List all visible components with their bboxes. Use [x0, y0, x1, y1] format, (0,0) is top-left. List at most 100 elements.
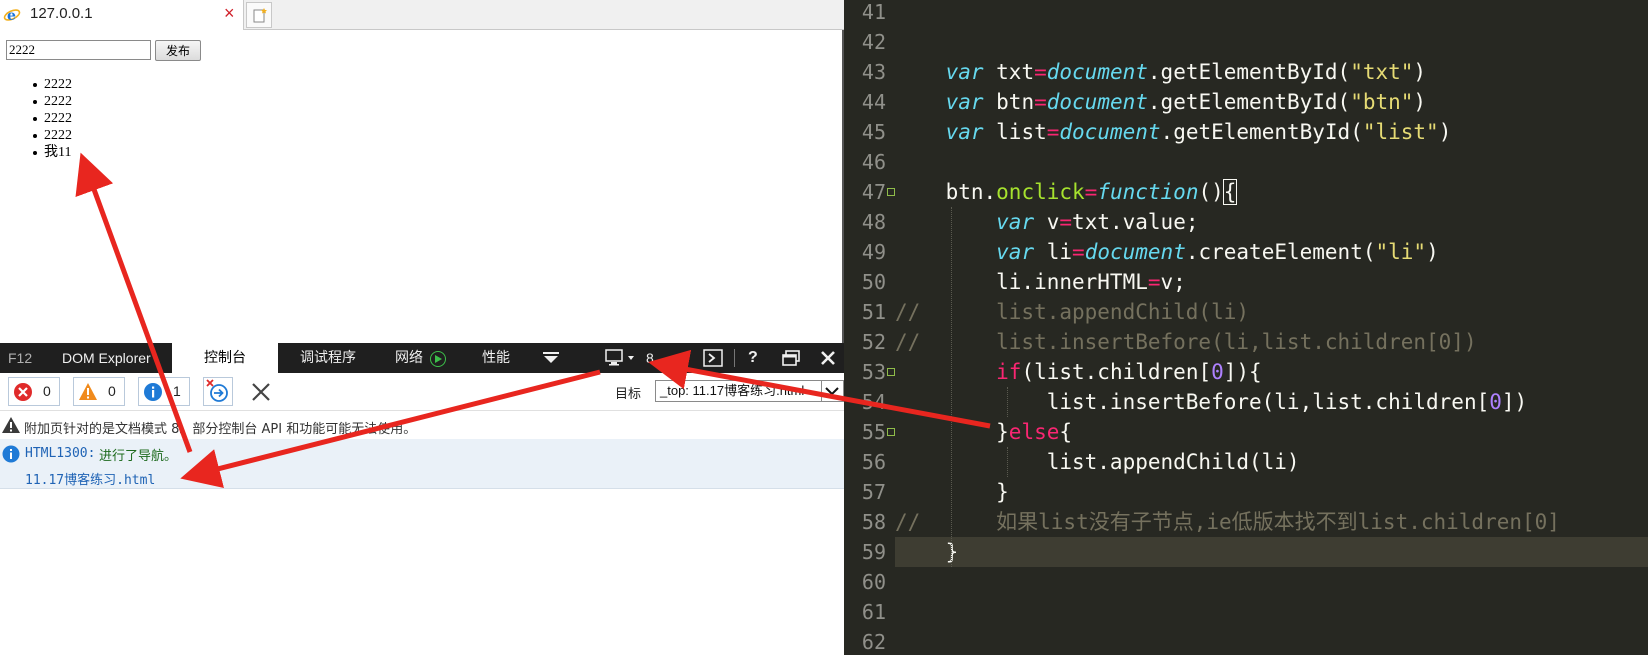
undock-icon[interactable] [782, 350, 800, 366]
browser-tab[interactable]: e 127.0.0.1 × [0, 0, 244, 30]
list-item: 我11 [33, 144, 72, 161]
line-number: 59 [861, 540, 886, 564]
code-line[interactable]: var v=txt.value; [895, 207, 1198, 237]
list-item: 2222 [33, 76, 72, 93]
info-filter-button[interactable]: 1 [138, 377, 190, 406]
browser-tab-bar: e 127.0.0.1 × [0, 0, 844, 30]
line-number: 52 [861, 330, 886, 354]
line-number: 51 [861, 300, 886, 324]
warnings-filter-button[interactable]: 0 [73, 377, 125, 406]
code-line[interactable]: list.appendChild(li) [895, 447, 1300, 477]
network-play-icon[interactable] [430, 351, 446, 367]
emulation-monitor-icon[interactable] [605, 349, 639, 367]
target-select[interactable]: _top: 11.17博客练习.html [655, 380, 844, 402]
console-info-message: HTML1300: 进行了导航。 11.17博客练习.html [0, 439, 844, 489]
select-arrow [821, 381, 843, 401]
list-item: 2222 [33, 127, 72, 144]
info-icon [2, 445, 20, 463]
line-number: 43 [861, 60, 886, 84]
line-number: 49 [861, 240, 886, 264]
indent-guide [1007, 387, 1008, 417]
code-line[interactable]: // list.appendChild(li) [895, 297, 1249, 327]
line-number: 46 [861, 150, 886, 174]
errors-filter-button[interactable]: 0 [8, 377, 60, 406]
close-tab-icon[interactable]: × [224, 3, 235, 24]
source-link[interactable]: 11.17博客练习.html [25, 469, 155, 488]
chevron-down-icon [825, 387, 839, 396]
line-number: 56 [861, 450, 886, 474]
clear-console-icon[interactable] [251, 382, 271, 402]
list-item: 2222 [33, 110, 72, 127]
line-number: 62 [861, 630, 886, 654]
code-line[interactable]: } [895, 537, 959, 567]
current-line-highlight [895, 537, 1648, 567]
code-line[interactable]: var list=document.getElementById("list") [895, 117, 1452, 147]
console-toolbar: 0 0 1 目标 _top: 11.17博客练习.html [0, 373, 844, 411]
new-tab-icon [253, 8, 267, 23]
line-number: 45 [861, 120, 886, 144]
code-line[interactable]: // 如果list没有子节点,ie低版本找不到list.children[0] [895, 507, 1560, 537]
console-prompt-icon[interactable] [703, 349, 723, 367]
code-line[interactable]: list.insertBefore(li,list.children[0]) [895, 387, 1527, 417]
tab-debugger[interactable]: 调试程序 [300, 343, 356, 373]
line-number: 54 [861, 390, 886, 414]
clear-on-navigate-button[interactable] [203, 377, 233, 406]
info-count: 1 [173, 383, 181, 399]
code-line[interactable]: // list.insertBefore(li,list.children[0]… [895, 327, 1477, 357]
warning-icon [2, 417, 20, 433]
warning-text: 附加页针对的是文档模式 8。部分控制台 API 和功能可能无法使用。 [24, 422, 417, 437]
code-line[interactable]: }else{ [895, 417, 1072, 447]
line-number: 61 [861, 600, 886, 624]
browser-window: e 127.0.0.1 × 发布 2222 2222 2222 2222 我11… [0, 0, 844, 655]
code-line[interactable]: var btn=document.getElementById("btn") [895, 87, 1427, 117]
message-list: 2222 2222 2222 2222 我11 [33, 76, 72, 161]
warnings-count: 0 [108, 383, 116, 399]
target-select-value: _top: 11.17博客练习.html [660, 383, 805, 398]
info-code: HTML1300: [25, 446, 96, 461]
help-button[interactable]: ? [748, 343, 758, 373]
indent-guide [1007, 447, 1008, 477]
line-number: 58 [861, 510, 886, 534]
line-number: 41 [861, 0, 886, 24]
tab-dom-explorer[interactable]: DOM Explorer [62, 343, 151, 373]
fold-toggle-icon[interactable] [887, 428, 895, 436]
warning-icon [79, 383, 97, 400]
target-label: 目标 [615, 387, 642, 402]
code-line[interactable]: var txt=document.getElementById("txt") [895, 57, 1427, 87]
list-item: 2222 [33, 93, 72, 110]
ie-logo-icon: e [3, 8, 21, 24]
info-icon [144, 383, 162, 401]
info-text: 进行了导航。 [99, 449, 178, 464]
code-line[interactable]: if(list.children[0]){ [895, 357, 1262, 387]
line-number: 42 [861, 30, 886, 54]
close-devtools-icon[interactable] [820, 350, 836, 366]
indent-guide [951, 207, 952, 567]
publish-button[interactable]: 发布 [155, 40, 201, 61]
line-number: 48 [861, 210, 886, 234]
console-warning-message: 附加页针对的是文档模式 8。部分控制台 API 和功能可能无法使用。 [0, 412, 844, 439]
line-number: 50 [861, 270, 886, 294]
line-number: 53 [861, 360, 886, 384]
code-line[interactable]: var li=document.createElement("li") [895, 237, 1439, 267]
tab-title: 127.0.0.1 [30, 5, 93, 22]
more-tabs-icon[interactable] [542, 352, 560, 364]
line-number: 44 [861, 90, 886, 114]
emulation-document-mode[interactable]: 8 [646, 343, 654, 373]
code-line[interactable]: li.innerHTML=v; [895, 267, 1186, 297]
tab-console[interactable]: 控制台 [172, 343, 278, 373]
clear-on-navigate-icon [206, 379, 228, 402]
fold-toggle-icon[interactable] [887, 368, 895, 376]
console-output: 附加页针对的是文档模式 8。部分控制台 API 和功能可能无法使用。 HTML1… [0, 412, 844, 655]
new-tab-button[interactable] [246, 2, 272, 28]
line-number: 60 [861, 570, 886, 594]
tab-performance[interactable]: 性能 [482, 343, 510, 373]
error-icon [14, 383, 32, 401]
errors-count: 0 [43, 383, 51, 399]
message-input[interactable] [6, 40, 151, 60]
code-line[interactable]: btn.onclick=function(){ [895, 177, 1238, 207]
line-number: 57 [861, 480, 886, 504]
line-number: 47 [861, 180, 886, 204]
fold-toggle-icon[interactable] [887, 188, 895, 196]
code-editor[interactable]: 41 42 43 44 45 46 47 48 49 50 51 52 53 54 55 56 57 58 59 60… [844, 0, 1648, 655]
tab-network[interactable]: 网络 [395, 343, 423, 373]
